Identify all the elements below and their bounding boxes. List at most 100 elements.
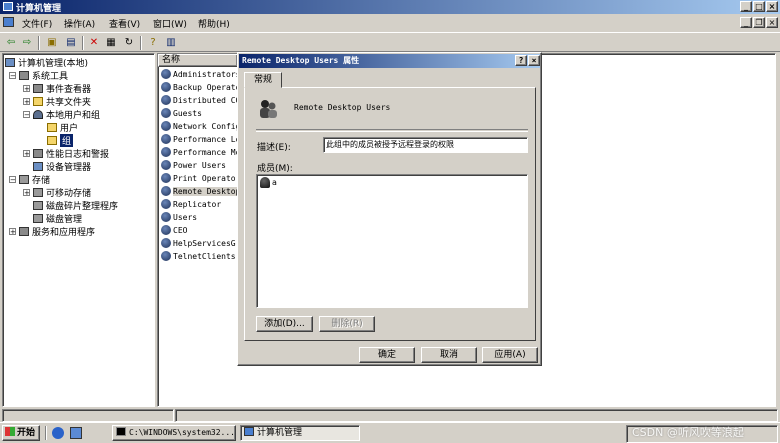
cancel-button[interactable]: 取消 bbox=[421, 347, 477, 363]
computer-management-icon bbox=[244, 427, 254, 436]
menu-window[interactable]: 窗口(W) bbox=[153, 17, 187, 30]
internet-explorer-icon[interactable] bbox=[52, 427, 64, 439]
event-viewer-icon bbox=[33, 84, 43, 93]
group-icon bbox=[161, 199, 171, 209]
maximize-button[interactable]: □ bbox=[753, 1, 765, 12]
user-icon bbox=[260, 177, 270, 188]
console-tree[interactable]: 计算机管理(本地) − 系统工具 + 事件查看器 + 共享文件夹 − 本地用户和组 用户… bbox=[2, 53, 155, 407]
services-icon bbox=[19, 227, 29, 236]
group-icon bbox=[161, 121, 171, 131]
members-list[interactable]: a bbox=[256, 174, 528, 308]
group-icon bbox=[161, 173, 171, 183]
tree-node-performance-logs[interactable]: + 性能日志和警报 bbox=[23, 147, 109, 160]
window-title: 计算机管理 bbox=[16, 4, 62, 14]
removable-storage-icon bbox=[33, 188, 43, 197]
group-icon bbox=[161, 95, 171, 105]
menu-file[interactable]: 文件(F) bbox=[22, 17, 52, 30]
description-input[interactable]: 此组中的成员被授予远程登录的权限 bbox=[323, 137, 528, 153]
help-book-icon[interactable]: ? bbox=[146, 36, 160, 49]
list-item[interactable]: Administrators bbox=[161, 69, 240, 79]
minimize-button[interactable]: _ bbox=[740, 1, 752, 12]
expand-icon[interactable]: + bbox=[23, 98, 30, 106]
menu-help[interactable]: 帮助(H) bbox=[198, 17, 230, 30]
forward-arrow-icon[interactable]: ⇨ bbox=[20, 36, 34, 49]
ok-button[interactable]: 确定 bbox=[359, 347, 415, 363]
status-bar bbox=[0, 408, 780, 422]
list-item[interactable]: Replicator bbox=[161, 199, 221, 209]
tree-node-local-users-groups[interactable]: − 本地用户和组 bbox=[23, 108, 100, 121]
list-item[interactable]: Users bbox=[161, 212, 197, 222]
dialog-close-button[interactable]: × bbox=[528, 55, 540, 66]
tree-node-services-apps[interactable]: + 服务和应用程序 bbox=[9, 225, 95, 238]
list-item[interactable]: Guests bbox=[161, 108, 202, 118]
members-label: 成员(M): bbox=[257, 164, 293, 174]
description-label: 描述(E): bbox=[257, 143, 291, 153]
status-pane bbox=[2, 409, 174, 422]
tree-node-root[interactable]: 计算机管理(本地) bbox=[5, 56, 88, 69]
expand-icon[interactable]: + bbox=[23, 150, 30, 158]
group-icon bbox=[161, 82, 171, 92]
collapse-icon[interactable]: − bbox=[23, 111, 30, 119]
menu-action[interactable]: 操作(A) bbox=[64, 17, 95, 30]
expand-icon[interactable]: + bbox=[9, 228, 16, 236]
up-folder-icon[interactable]: ▣ bbox=[45, 36, 59, 49]
tree-node-system-tools[interactable]: − 系统工具 bbox=[9, 69, 68, 82]
tree-node-removable-storage[interactable]: + 可移动存储 bbox=[23, 186, 91, 199]
tree-node-groups[interactable]: 组 bbox=[47, 134, 74, 147]
window-title-bar[interactable]: 计算机管理 _ □ × bbox=[0, 0, 780, 14]
toolbar-separator bbox=[140, 36, 142, 50]
mdi-close-button[interactable]: × bbox=[766, 17, 778, 28]
tree-node-storage[interactable]: − 存储 bbox=[9, 173, 50, 186]
back-arrow-icon[interactable]: ⇦ bbox=[4, 36, 18, 49]
computer-management-icon bbox=[3, 2, 13, 11]
tree-node-event-viewer[interactable]: + 事件查看器 bbox=[23, 82, 91, 95]
member-item[interactable]: a bbox=[260, 177, 277, 188]
menu-bar: 文件(F) 操作(A) 查看(V) 窗口(W) 帮助(H) bbox=[0, 14, 780, 31]
expand-icon[interactable]: + bbox=[23, 189, 30, 197]
refresh-icon[interactable]: ↻ bbox=[122, 36, 136, 49]
delete-icon[interactable]: ✕ bbox=[87, 36, 101, 49]
group-users-icon bbox=[258, 98, 278, 120]
tree-node-device-manager[interactable]: 设备管理器 bbox=[33, 160, 91, 173]
dialog-title-bar[interactable]: Remote Desktop Users 属性 ? × bbox=[239, 54, 540, 68]
group-icon bbox=[161, 134, 171, 144]
remove-button[interactable]: 删除(R) bbox=[319, 316, 375, 332]
list-item[interactable]: TelnetClients bbox=[161, 251, 236, 261]
collapse-icon[interactable]: − bbox=[9, 176, 16, 184]
expand-icon[interactable]: + bbox=[23, 85, 30, 93]
apply-button[interactable]: 应用(A) bbox=[482, 347, 538, 363]
mdi-restore-button[interactable]: ❐ bbox=[753, 17, 765, 28]
defrag-icon bbox=[33, 201, 43, 210]
tree-node-users[interactable]: 用户 bbox=[47, 121, 78, 134]
show-desktop-icon[interactable] bbox=[70, 427, 82, 439]
separator bbox=[256, 129, 528, 132]
group-icon bbox=[161, 225, 171, 235]
show-tree-icon[interactable]: ▤ bbox=[64, 36, 78, 49]
performance-icon bbox=[33, 149, 43, 158]
tab-general[interactable]: 常规 bbox=[244, 72, 282, 88]
mdi-minimize-button[interactable]: _ bbox=[740, 17, 752, 28]
taskbar-computer-management[interactable]: 计算机管理 bbox=[240, 425, 360, 441]
menu-view[interactable]: 查看(V) bbox=[109, 17, 140, 30]
list-item[interactable]: Print Operators bbox=[161, 173, 245, 183]
tree-node-defrag[interactable]: 磁盘碎片整理程序 bbox=[33, 199, 118, 212]
group-icon bbox=[161, 186, 171, 196]
list-item[interactable]: CEO bbox=[161, 225, 187, 235]
tree-node-shared-folders[interactable]: + 共享文件夹 bbox=[23, 95, 91, 108]
start-button[interactable]: 开始 bbox=[2, 425, 40, 441]
properties-icon[interactable]: ▦ bbox=[104, 36, 118, 49]
tree-node-disk-management[interactable]: 磁盘管理 bbox=[33, 212, 82, 225]
mdi-child-icon[interactable] bbox=[3, 17, 14, 27]
collapse-icon[interactable]: − bbox=[9, 72, 16, 80]
group-name-label: Remote Desktop Users bbox=[294, 103, 391, 112]
taskbar-cmd-window[interactable]: C:\WINDOWS\system32... bbox=[112, 425, 236, 441]
windows-logo-icon bbox=[5, 427, 15, 436]
column-header-name[interactable]: 名称 bbox=[158, 54, 238, 67]
console-icon[interactable]: ▥ bbox=[164, 36, 178, 49]
add-button[interactable]: 添加(D)... bbox=[256, 316, 313, 332]
list-item[interactable]: Power Users bbox=[161, 160, 226, 170]
storage-icon bbox=[19, 175, 29, 184]
close-button[interactable]: × bbox=[766, 1, 778, 12]
folder-open-icon bbox=[47, 136, 57, 145]
dialog-help-button[interactable]: ? bbox=[515, 55, 527, 66]
